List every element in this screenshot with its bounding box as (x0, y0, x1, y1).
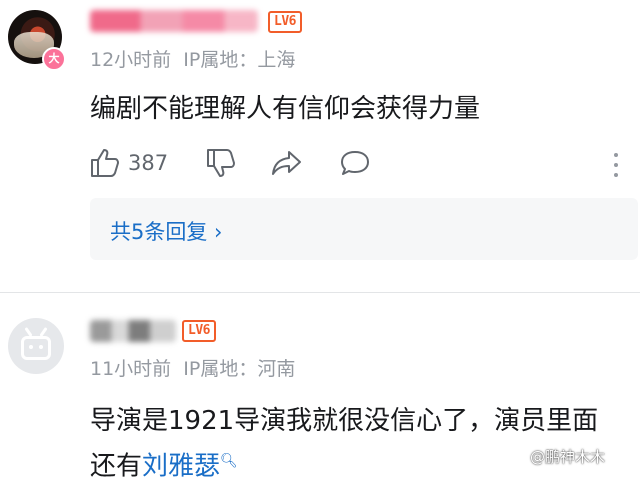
username-blurred[interactable] (90, 10, 258, 32)
comment-meta: 11小时前 IP属地：河南 (90, 354, 295, 381)
comment-divider (0, 292, 640, 293)
keyword-search-link[interactable]: 刘雅瑟 (142, 452, 220, 482)
like-button[interactable]: 387 (88, 146, 168, 180)
avatar[interactable] (8, 318, 64, 374)
reply-button[interactable] (338, 146, 372, 180)
timestamp: 12小时前 (90, 49, 172, 71)
thumbs-up-icon (91, 149, 119, 177)
vip-badge: 大 (42, 47, 66, 71)
timestamp: 11小时前 (90, 358, 172, 380)
comment-text-line: 导演是1921导演我就很没信心了，演员里面 (90, 406, 599, 436)
ip-location: IP属地：河南 (183, 358, 296, 380)
dislike-button[interactable] (204, 146, 238, 180)
comment-bubble-icon (341, 151, 369, 175)
more-vertical-icon (614, 153, 618, 177)
replies-panel[interactable]: 共5条回复 › (90, 198, 638, 260)
comment-text: 编剧不能理解人有信仰会获得力量 (90, 94, 481, 124)
view-replies-link[interactable]: 共5条回复 › (110, 216, 222, 246)
ip-location: IP属地：上海 (183, 49, 296, 71)
comment-meta: 12小时前 IP属地：上海 (90, 45, 295, 72)
like-count: 387 (128, 151, 169, 175)
thumbs-down-icon (207, 149, 235, 177)
username-blurred[interactable] (90, 320, 176, 342)
search-icon[interactable]: 🔍︎ (220, 453, 238, 469)
more-options-button[interactable] (612, 152, 620, 182)
watermark: @鹏神木木 (530, 448, 606, 466)
user-level-badge: LV6 (268, 11, 302, 33)
comment-text: 导演是1921导演我就很没信心了，演员里面 还有刘雅瑟🔍︎ (90, 401, 630, 487)
user-level-badge: LV6 (182, 320, 216, 342)
share-button[interactable] (270, 146, 304, 180)
share-icon (272, 151, 301, 175)
